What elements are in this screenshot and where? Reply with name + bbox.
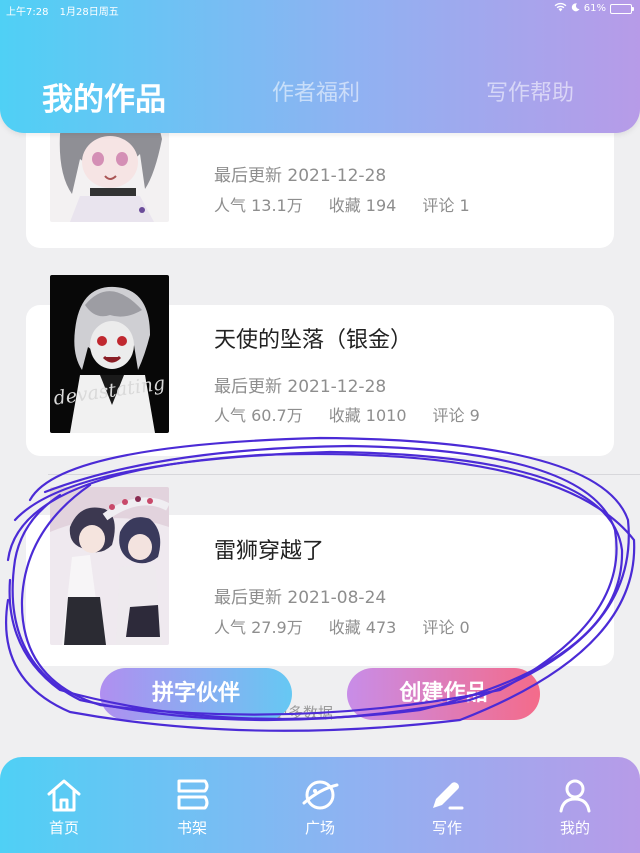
status-time: 上午7:28 (6, 7, 49, 18)
work-popularity: 人气 13.1万 (214, 196, 303, 215)
work-stats: 人气 13.1万 收藏 194 评论 1 (214, 192, 496, 216)
bookshelf-icon (157, 777, 227, 813)
work-updated: 最后更新 2021-12-28 (214, 166, 387, 186)
work-stats: 人气 27.9万 收藏 473 评论 0 (214, 614, 496, 638)
pen-icon (412, 777, 482, 813)
status-date: 1月28日周五 (59, 7, 119, 18)
work-favorites: 收藏 473 (328, 618, 397, 637)
create-work-button[interactable]: 创建作品 (347, 668, 540, 720)
wifi-icon (554, 2, 567, 15)
nav-write[interactable]: 写作 (412, 777, 482, 838)
work-comments: 评论 0 (422, 618, 470, 637)
work-comments: 评论 9 (432, 406, 480, 425)
tab-my-works[interactable]: 我的作品 (42, 74, 166, 119)
status-bar: 上午7:28 1月28日周五 61% (0, 0, 640, 18)
nav-label: 广场 (304, 819, 335, 837)
moon-icon (571, 2, 580, 15)
battery-percent: 61% (583, 3, 606, 14)
writing-partner-button[interactable]: 拼字伙伴 (100, 668, 292, 720)
work-popularity: 人气 27.9万 (214, 618, 303, 637)
work-favorites: 收藏 194 (328, 196, 397, 215)
work-popularity: 人气 60.7万 (214, 406, 303, 425)
nav-square[interactable]: 广场 (285, 777, 355, 838)
tab-writing-help[interactable]: 写作帮助 (486, 75, 574, 107)
planet-icon (285, 777, 355, 813)
battery-icon (610, 3, 634, 14)
work-updated: 最后更新 2021-08-24 (214, 588, 387, 608)
work-title: 天使的坠落（银金） (214, 328, 413, 353)
nav-label: 书架 (176, 819, 207, 837)
home-icon (29, 777, 99, 813)
work-title: 雷狮穿越了 (214, 539, 325, 564)
work-favorites: 收藏 1010 (328, 406, 407, 425)
nav-label: 写作 (431, 819, 462, 837)
work-comments: 评论 1 (422, 196, 470, 215)
nav-mine[interactable]: 我的 (540, 777, 610, 838)
work-cover-image[interactable]: devastating (50, 275, 169, 433)
work-updated: 最后更新 2021-12-28 (214, 377, 387, 397)
nav-label: 首页 (48, 819, 79, 837)
divider (48, 474, 640, 475)
nav-bookshelf[interactable]: 书架 (157, 777, 227, 838)
work-cover-image[interactable] (50, 487, 169, 645)
tab-author-welfare[interactable]: 作者福利 (272, 75, 360, 107)
user-icon (540, 777, 610, 813)
work-stats: 人气 60.7万 收藏 1010 评论 9 (214, 402, 506, 426)
header-bar: 我的作品 作者福利 写作帮助 (0, 0, 640, 133)
nav-label: 我的 (559, 819, 590, 837)
nav-home[interactable]: 首页 (29, 777, 99, 838)
bottom-nav-bar: 首页 书架 广场 写作 我的 (0, 757, 640, 853)
